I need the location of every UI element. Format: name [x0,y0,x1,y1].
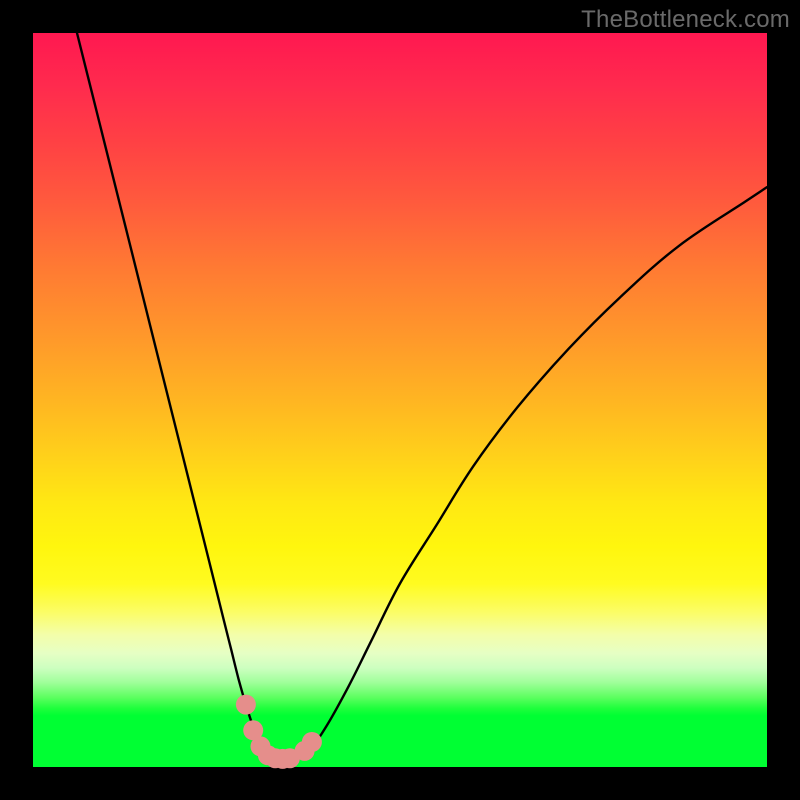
data-point-marker [302,732,322,752]
marker-group [236,695,322,769]
watermark-label: TheBottleneck.com [581,6,790,34]
bottleneck-curve [77,33,767,759]
chart-plot-area [33,33,767,767]
chart-svg [33,33,767,767]
chart-frame: TheBottleneck.com [0,0,800,800]
data-point-marker [236,695,256,715]
